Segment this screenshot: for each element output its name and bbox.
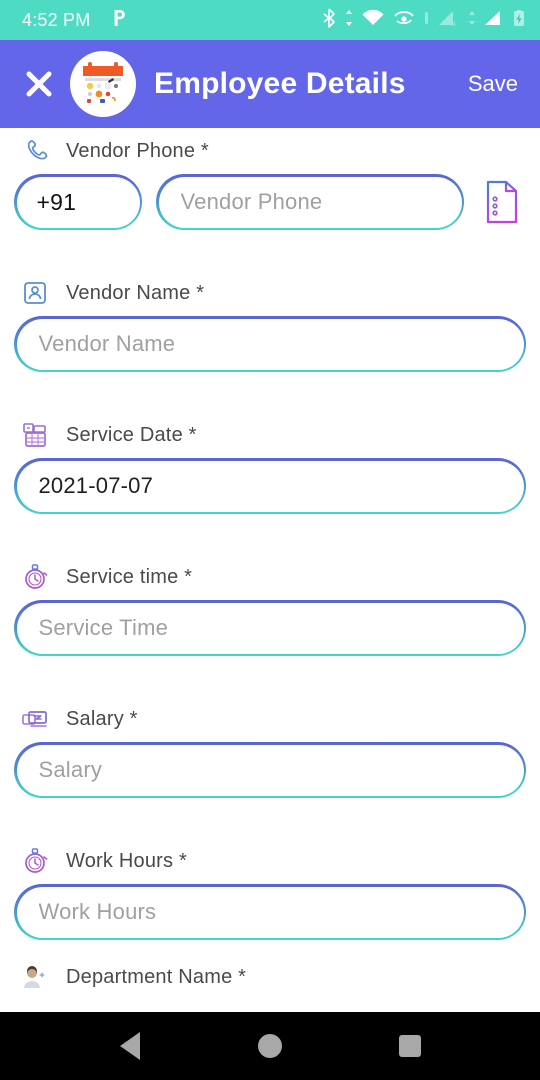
nav-recents-button[interactable] — [380, 1016, 440, 1076]
service-date-value: 2021-07-07 — [38, 473, 154, 498]
money-icon — [20, 704, 50, 734]
contacts-document-icon — [486, 180, 518, 224]
salary-label: Salary * — [66, 707, 138, 730]
department-name-label: Department Name * — [66, 965, 247, 988]
work-hours-placeholder: Work Hours — [38, 899, 157, 924]
page-title: Employee Details — [154, 67, 406, 100]
vendor-phone-label-row: Vendor Phone * — [14, 128, 526, 174]
contact-card-icon — [20, 278, 50, 308]
country-code-input[interactable]: +91 — [14, 174, 142, 230]
data-transfer-icon — [344, 8, 354, 33]
service-time-label: Service time * — [66, 565, 193, 588]
svg-text:x: x — [452, 19, 456, 28]
status-bar-left: 4:52 PM — [22, 8, 322, 33]
employee-details-screen: 4:52 PM x Employee Details Save Vendor P… — [0, 0, 540, 1080]
vendor-name-placeholder: Vendor Name — [38, 331, 176, 356]
field-department-name: Department Name * — [0, 962, 540, 992]
signal-arrows-icon — [468, 8, 476, 33]
home-icon — [258, 1034, 282, 1058]
salary-placeholder: Salary — [38, 757, 103, 782]
signal-bars-icon — [483, 8, 505, 33]
vendor-phone-label: Vendor Phone * — [66, 139, 209, 162]
person-icon — [20, 962, 50, 992]
pick-contact-button[interactable] — [478, 174, 526, 230]
vendor-name-input[interactable]: Vendor Name — [14, 316, 526, 372]
form-scroll-area[interactable]: Vendor Phone * +91 Vendor Phone Vendor N… — [0, 128, 540, 1080]
calendar-icon — [20, 420, 50, 450]
vendor-phone-placeholder: Vendor Phone — [180, 189, 323, 214]
work-hours-label-row: Work Hours * — [14, 838, 526, 884]
close-button[interactable] — [22, 67, 56, 101]
status-bar: 4:52 PM x — [0, 0, 540, 40]
nav-home-button[interactable] — [240, 1016, 300, 1076]
android-nav-bar — [0, 1012, 540, 1080]
vendor-name-label-row: Vendor Name * — [14, 270, 526, 316]
signal-no-service-icon: x — [437, 8, 461, 33]
service-date-input[interactable]: 2021-07-07 — [14, 458, 526, 514]
field-salary: Salary * Salary — [0, 696, 540, 798]
service-time-label-row: Service time * — [14, 554, 526, 600]
battery-charging-icon — [512, 8, 526, 33]
service-date-label-row: Service Date * — [14, 412, 526, 458]
close-icon — [26, 71, 52, 97]
status-bar-right: x — [322, 7, 526, 33]
nav-back-button[interactable] — [100, 1016, 160, 1076]
work-hours-label: Work Hours * — [66, 849, 187, 872]
bluetooth-icon — [322, 7, 337, 33]
phone-icon — [20, 136, 50, 166]
service-date-label: Service Date * — [66, 423, 197, 446]
calendar-app-icon — [70, 51, 136, 117]
status-time: 4:52 PM — [22, 9, 91, 30]
country-code-value: +91 — [36, 188, 77, 215]
field-work-hours: Work Hours * Work Hours — [0, 838, 540, 940]
field-vendor-phone: Vendor Phone * +91 Vendor Phone — [0, 128, 540, 230]
service-time-placeholder: Service Time — [38, 615, 169, 640]
vpn-icon — [423, 8, 430, 33]
field-service-date: Service Date * 2021-07-07 — [0, 412, 540, 514]
app-bar: Employee Details Save — [0, 40, 540, 128]
wifi-icon — [361, 8, 385, 33]
cast-icon — [392, 8, 416, 33]
salary-label-row: Salary * — [14, 696, 526, 742]
vendor-name-label: Vendor Name * — [66, 281, 205, 304]
back-icon — [120, 1032, 140, 1060]
field-service-time: Service time * Service Time — [0, 554, 540, 656]
salary-input[interactable]: Salary — [14, 742, 526, 798]
save-button[interactable]: Save — [462, 67, 524, 101]
vendor-phone-input[interactable]: Vendor Phone — [156, 174, 464, 230]
stopwatch-icon — [20, 846, 50, 876]
vendor-phone-input-row: +91 Vendor Phone — [14, 174, 526, 230]
field-vendor-name: Vendor Name * Vendor Name — [0, 270, 540, 372]
recents-icon — [399, 1035, 421, 1057]
work-hours-input[interactable]: Work Hours — [14, 884, 526, 940]
stopwatch-icon — [20, 562, 50, 592]
phonepe-icon — [108, 8, 128, 33]
service-time-input[interactable]: Service Time — [14, 600, 526, 656]
